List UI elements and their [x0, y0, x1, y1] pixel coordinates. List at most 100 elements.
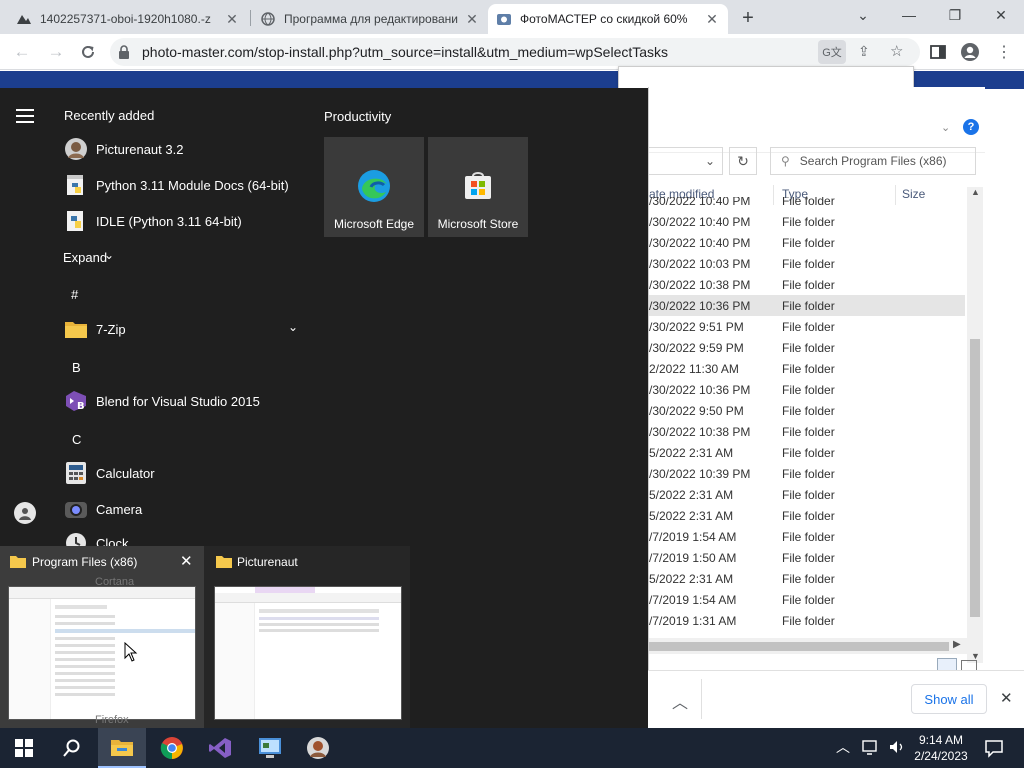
date-modified-cell: /7/2019 1:54 AM: [649, 593, 737, 607]
close-icon[interactable]: ✕: [224, 11, 240, 28]
close-icon[interactable]: ✕: [1000, 689, 1013, 707]
table-row[interactable]: /7/2019 1:54 AM File folder: [649, 589, 965, 610]
taskbar-chrome[interactable]: [148, 728, 196, 768]
chevron-down-icon[interactable]: ⌄: [705, 154, 715, 168]
notification-icon[interactable]: [984, 738, 1004, 761]
close-icon[interactable]: ✕: [464, 11, 480, 28]
table-row[interactable]: /30/2022 10:39 PM File folder: [649, 463, 965, 484]
table-row[interactable]: /30/2022 10:40 PM File folder: [649, 197, 965, 211]
table-row[interactable]: 5/2022 2:31 AM File folder: [649, 505, 965, 526]
share-icon[interactable]: ⇪: [858, 43, 870, 60]
address-bar[interactable]: photo-master.com/stop-install.php?utm_so…: [110, 38, 920, 66]
type-cell: File folder: [782, 236, 835, 250]
user-avatar[interactable]: [14, 502, 36, 524]
app-7zip[interactable]: 7-Zip ⌄: [56, 312, 306, 346]
start-button[interactable]: [0, 728, 48, 768]
side-panel-icon[interactable]: [924, 38, 952, 66]
taskbar-file-explorer[interactable]: [98, 728, 146, 768]
table-row[interactable]: /30/2022 9:51 PM File folder: [649, 316, 965, 337]
expand-button[interactable]: Expand ⌄: [56, 246, 136, 270]
forward-button[interactable]: →: [42, 38, 70, 66]
table-row[interactable]: /30/2022 10:36 PM File folder: [649, 379, 965, 400]
app-calculator[interactable]: Calculator: [56, 456, 306, 490]
folder-icon: [10, 554, 26, 571]
group-letter[interactable]: C: [72, 432, 81, 447]
table-row[interactable]: /30/2022 10:36 PM File folder: [649, 295, 965, 316]
close-icon[interactable]: ✕: [180, 552, 193, 570]
tab-photomaster[interactable]: ФотоМАСТЕР со скидкой 60% ✕: [488, 4, 728, 34]
profile-icon[interactable]: [956, 38, 984, 66]
help-icon[interactable]: ?: [963, 119, 979, 135]
taskbar-control-panel[interactable]: [246, 728, 294, 768]
vertical-scrollbar[interactable]: ▲ ▼: [967, 187, 983, 663]
table-row[interactable]: /30/2022 10:40 PM File folder: [649, 211, 965, 232]
taskbar-visual-studio[interactable]: [196, 728, 244, 768]
taskbar-picturenaut[interactable]: [294, 728, 342, 768]
table-row[interactable]: /30/2022 10:38 PM File folder: [649, 274, 965, 295]
network-icon[interactable]: [862, 738, 880, 759]
search-icon: [63, 739, 80, 757]
show-all-button[interactable]: Show all: [911, 684, 987, 714]
table-row[interactable]: 2/2022 11:30 AM File folder: [649, 358, 965, 379]
app-label: IDLE (Python 3.11 64-bit): [96, 214, 242, 229]
translate-icon[interactable]: G文: [818, 40, 846, 64]
search-button[interactable]: [48, 728, 96, 768]
table-row[interactable]: /7/2019 1:50 AM File folder: [649, 547, 965, 568]
restore-button[interactable]: ❐: [932, 0, 978, 30]
thumbnail-program-files[interactable]: Program Files (x86) ✕ Cortana Firefox: [0, 546, 204, 728]
date-modified-cell: 2/2022 11:30 AM: [649, 362, 739, 376]
table-row[interactable]: /30/2022 9:50 PM File folder: [649, 400, 965, 421]
table-row[interactable]: 5/2022 2:31 AM File folder: [649, 484, 965, 505]
clock-time[interactable]: 9:14 AM: [915, 733, 967, 747]
reload-button[interactable]: [74, 38, 102, 66]
scrollbar-thumb[interactable]: [970, 339, 980, 617]
tab-program[interactable]: Программа для редактировани ✕: [252, 4, 488, 34]
table-row[interactable]: 5/2022 2:31 AM File folder: [649, 442, 965, 463]
app-python-idle[interactable]: IDLE (Python 3.11 64-bit): [56, 204, 306, 238]
date-modified-cell: /30/2022 10:40 PM: [649, 197, 751, 208]
star-icon[interactable]: ☆: [890, 42, 903, 60]
hamburger-icon[interactable]: [16, 109, 34, 123]
group-letter[interactable]: #: [71, 287, 78, 302]
tab-search-icon[interactable]: ⌄: [840, 0, 886, 30]
table-row[interactable]: /30/2022 9:59 PM File folder: [649, 337, 965, 358]
tab-image[interactable]: 1402257371-oboi-1920h1080.-z ✕: [8, 4, 248, 34]
chevron-down-icon[interactable]: ⌄: [288, 320, 298, 334]
table-row[interactable]: /7/2019 1:54 AM File folder: [649, 526, 965, 547]
back-button[interactable]: ←: [8, 38, 36, 66]
minimize-button[interactable]: —: [886, 0, 932, 30]
thumbnail-picturenaut[interactable]: Picturenaut: [206, 546, 410, 728]
table-row[interactable]: /30/2022 10:40 PM File folder: [649, 232, 965, 253]
chevron-up-icon[interactable]: ︿: [672, 689, 688, 713]
group-letter[interactable]: B: [72, 360, 81, 375]
chevron-down-icon[interactable]: ⌄: [941, 121, 950, 134]
close-icon[interactable]: ✕: [704, 11, 720, 28]
table-row[interactable]: /30/2022 10:03 PM File folder: [649, 253, 965, 274]
tile-label: Microsoft Store: [437, 217, 519, 231]
app-camera[interactable]: Camera: [56, 492, 306, 526]
scroll-up-icon[interactable]: ▲: [971, 187, 980, 197]
scroll-right-icon[interactable]: ▶: [953, 639, 961, 650]
tile-microsoft-store[interactable]: Microsoft Store: [428, 137, 528, 237]
horizontal-scrollbar[interactable]: ▶: [649, 638, 967, 654]
table-row[interactable]: /30/2022 10:38 PM File folder: [649, 421, 965, 442]
window-close-button[interactable]: ✕: [978, 0, 1024, 30]
reload-icon: [82, 45, 94, 58]
address-path[interactable]: ⌄: [649, 147, 723, 175]
table-row[interactable]: 5/2022 2:31 AM File folder: [649, 568, 965, 589]
chrome-icon: [160, 737, 183, 760]
app-picturenaut[interactable]: Picturenaut 3.2: [56, 132, 306, 166]
tile-microsoft-edge[interactable]: Microsoft Edge: [324, 137, 424, 237]
refresh-button[interactable]: ↻: [729, 147, 757, 175]
table-row[interactable]: /7/2019 1:31 AM File folder: [649, 610, 965, 631]
new-tab-button[interactable]: +: [736, 6, 760, 30]
chevron-up-icon[interactable]: ︿: [836, 737, 850, 757]
menu-kebab-icon[interactable]: ⋮: [990, 38, 1018, 66]
volume-icon[interactable]: [888, 738, 906, 759]
clock-date[interactable]: 2/24/2023: [908, 749, 974, 763]
app-label: Blend for Visual Studio 2015: [96, 394, 260, 409]
app-blend[interactable]: B Blend for Visual Studio 2015: [56, 384, 306, 418]
search-field[interactable]: ⚲ Search Program Files (x86): [770, 147, 976, 175]
app-python-docs[interactable]: Python 3.11 Module Docs (64-bit): [56, 168, 306, 202]
h-scrollbar-thumb[interactable]: [649, 642, 949, 651]
